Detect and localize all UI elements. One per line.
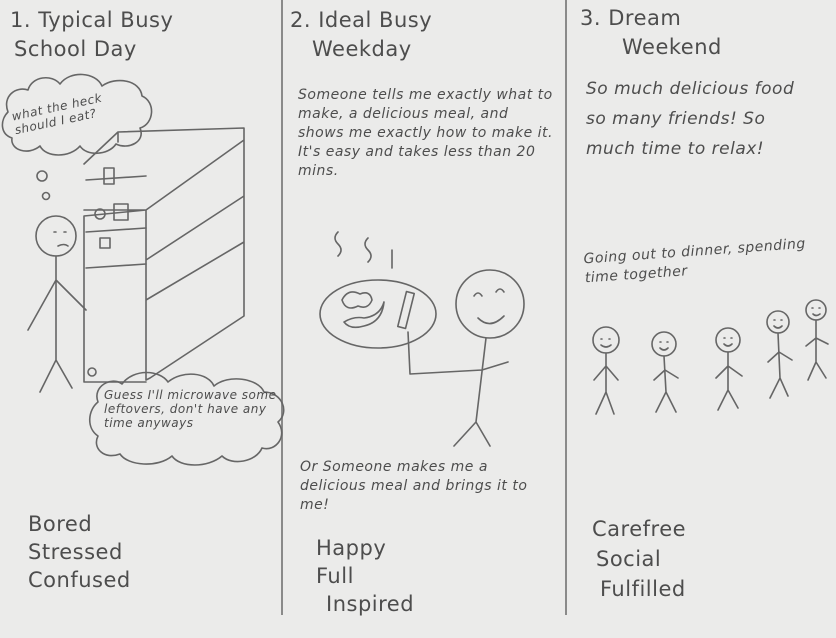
panel-3-feelings: Carefree Social Fulfilled xyxy=(592,514,686,604)
panel-3-drawing xyxy=(592,299,829,415)
friend-figure xyxy=(651,331,679,413)
feeling-word: Social xyxy=(596,547,662,571)
friend-figure xyxy=(766,310,793,399)
feeling-word: Fulfilled xyxy=(600,577,686,601)
friend-figure xyxy=(592,326,620,415)
friend-figure xyxy=(715,327,743,411)
friend-figure xyxy=(805,299,829,381)
feeling-word: Carefree xyxy=(592,517,687,541)
